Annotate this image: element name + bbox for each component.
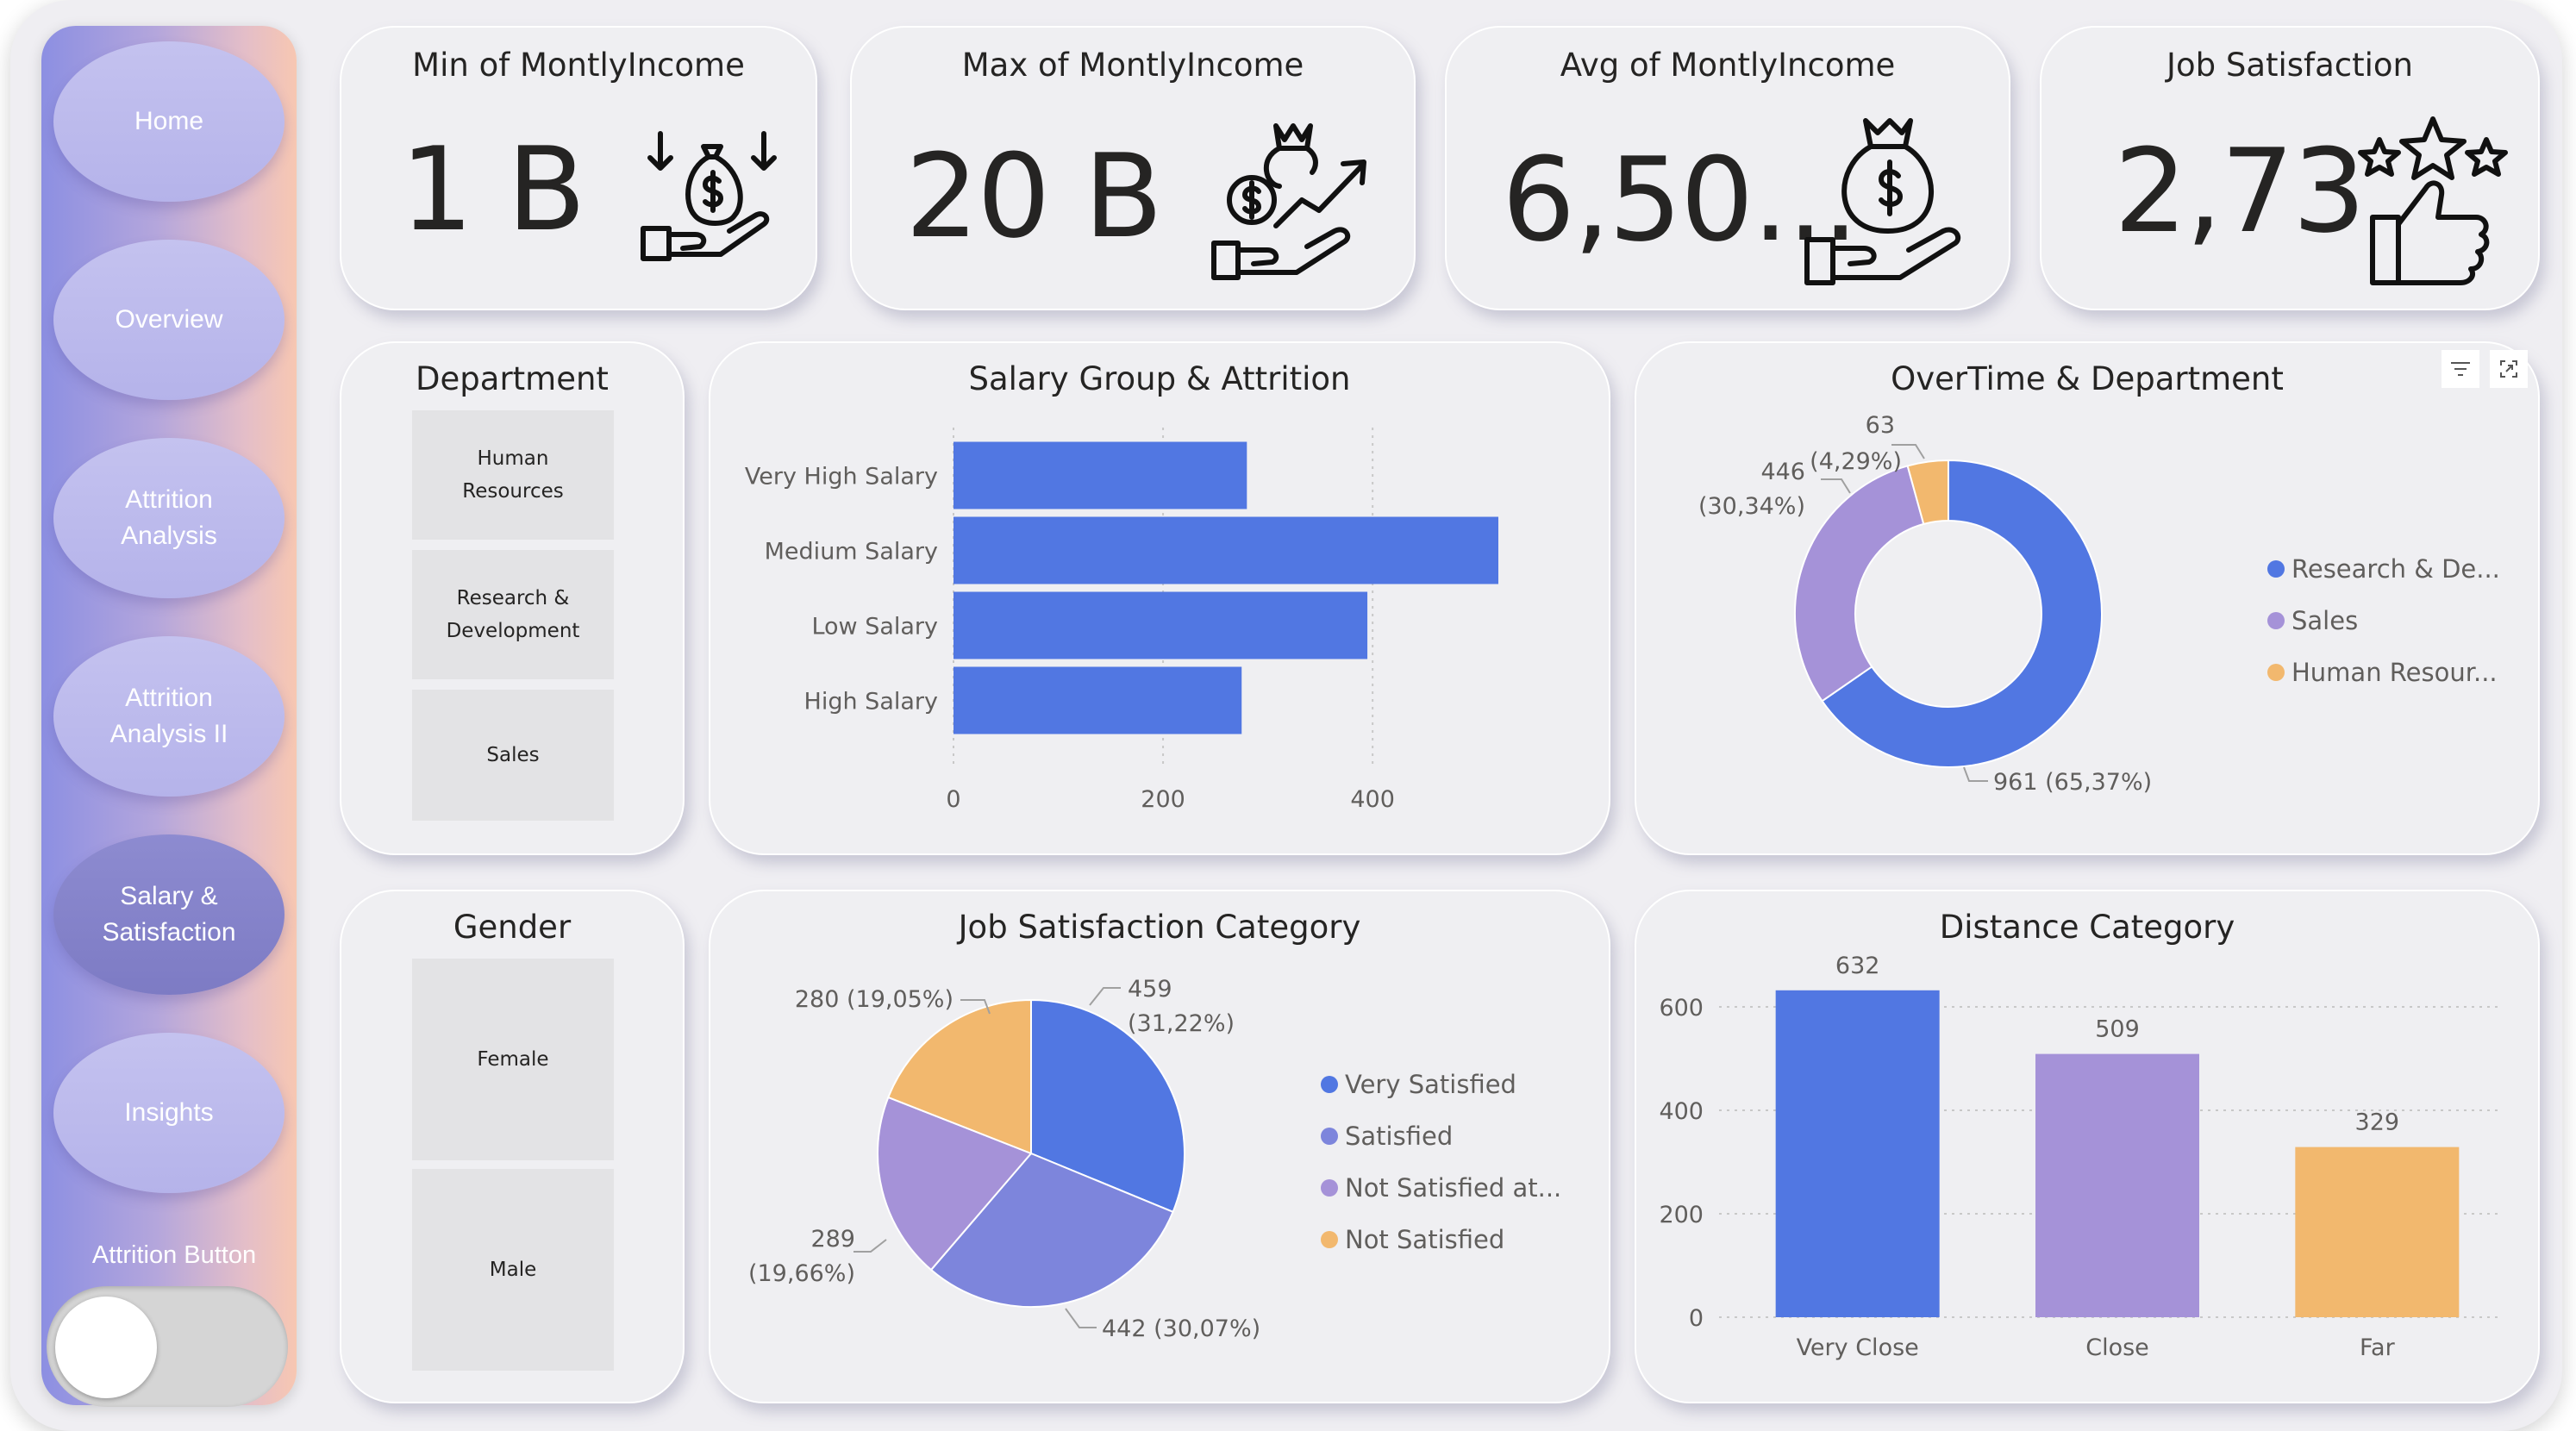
kpi-card-max-income: Max of MontlyIncome 20 B <box>850 26 1416 310</box>
salary-attrition-chart: Salary Group & Attrition 0 200 400 Very Hig… <box>709 341 1610 855</box>
legend-marker <box>1321 1179 1338 1197</box>
gender-slicer: Gender Female Male <box>340 890 685 1403</box>
x-tick-label: Far <box>2360 1334 2396 1361</box>
leader-line <box>1065 1308 1097 1328</box>
bar <box>953 516 1498 584</box>
kpi-value: 2,73 <box>2114 124 2366 259</box>
x-tick-label: 200 <box>1141 786 1185 813</box>
legend-marker <box>1321 1128 1338 1145</box>
data-label: 280 (19,05%) <box>795 986 953 1013</box>
y-tick-label: Very High Salary <box>745 464 938 491</box>
nav-attrition-analysis-ii-button[interactable]: Attrition Analysis II <box>53 636 284 797</box>
kpi-title: Min of MontlyIncome <box>412 47 745 84</box>
data-label: (19,66%) <box>748 1260 855 1287</box>
overtime-department-chart: OverTime & Department 961 (65,37%) 446 (30… <box>1635 341 2540 855</box>
kpi-value: 20 B <box>905 129 1163 264</box>
y-tick-label: 400 <box>1659 1098 1704 1125</box>
nav-salary-satisfaction-button[interactable]: Salary & Satisfaction <box>53 834 284 995</box>
kpi-card-job-satisfaction: Job Satisfaction 2,73 <box>2040 26 2540 310</box>
legend-marker <box>1321 1231 1338 1248</box>
data-label: 329 <box>2355 1109 2400 1136</box>
data-label: 289 <box>810 1226 855 1253</box>
kpi-card-min-income: Min of MontlyIncome 1 B <box>340 26 817 310</box>
bar <box>1775 990 1940 1317</box>
slicer-item-male[interactable]: Male <box>412 1169 614 1371</box>
leader-line <box>1821 478 1851 494</box>
leader-line <box>1089 987 1121 1006</box>
x-tick-label: 0 <box>946 786 960 813</box>
distance-category-chart: Distance Category 0 200 400 600 632 Very Clos… <box>1635 890 2540 1403</box>
y-tick-label: 0 <box>1689 1305 1704 1332</box>
slicer-item-female[interactable]: Female <box>412 959 614 1160</box>
data-label: 63 <box>1866 412 1895 439</box>
x-tick-label: Close <box>2085 1334 2149 1361</box>
nav-home-button[interactable]: Home <box>53 41 284 202</box>
legend-label: Human Resour... <box>2292 658 2498 687</box>
data-label: 632 <box>1835 953 1880 979</box>
legend-label: Sales <box>2292 606 2358 635</box>
kpi-value: 1 B <box>400 122 586 257</box>
job-satisfaction-pie-chart: 459 (31,22%) 442 (30,07%) 289 (19,66%) 280 (1… <box>748 976 1561 1342</box>
legend-marker <box>2267 560 2285 578</box>
gender-slicer-title: Gender <box>453 909 572 946</box>
money-growth-icon <box>1211 123 1366 280</box>
y-tick-label: High Salary <box>804 689 938 716</box>
x-tick-label: 400 <box>1350 786 1395 813</box>
leader-line <box>853 1239 887 1253</box>
legend-marker <box>2267 612 2285 629</box>
money-bag-hand-icon <box>1804 118 1961 285</box>
y-tick-label: 600 <box>1659 995 1704 1022</box>
toggle-knob[interactable] <box>55 1297 157 1398</box>
legend-label: Not Satisfied <box>1345 1225 1504 1254</box>
x-tick-label: Very Close <box>1797 1334 1919 1361</box>
stars-thumbs-up-icon <box>2358 116 2508 285</box>
legend-marker <box>2267 664 2285 681</box>
nav-insights-button[interactable]: Insights <box>53 1033 284 1193</box>
data-label: 509 <box>2095 1016 2140 1043</box>
overtime-donut-chart: 961 (65,37%) 446 (30,34%) 63 (4,29%) Research… <box>1698 412 2500 796</box>
leader-line <box>1963 766 1988 782</box>
data-label: (30,34%) <box>1698 493 1805 520</box>
attrition-toggle[interactable] <box>47 1286 288 1407</box>
data-label: 961 (65,37%) <box>1993 769 2152 796</box>
slicer-item-sales[interactable]: Sales <box>412 690 614 821</box>
department-slicer-title: Department <box>416 360 609 397</box>
data-label: (31,22%) <box>1128 1010 1235 1037</box>
bar <box>953 441 1247 509</box>
kpi-title: Avg of MontlyIncome <box>1560 47 1896 84</box>
bar <box>2295 1147 2460 1317</box>
slicer-item-human-resources[interactable]: Human Resources <box>412 410 614 540</box>
data-label: 459 <box>1128 976 1172 1003</box>
job-satisfaction-chart: Job Satisfaction Category 459 (31,22%) 442… <box>709 890 1610 1403</box>
y-tick-label: Medium Salary <box>765 539 938 566</box>
data-label: 442 (30,07%) <box>1102 1315 1260 1342</box>
distance-bar-chart: 0 200 400 600 632 Very Close 509 Close 329 Far <box>1659 953 2498 1361</box>
nav-overview-button[interactable]: Overview <box>53 240 284 400</box>
y-tick-label: 200 <box>1659 1202 1704 1228</box>
sidebar: Home Overview Attrition Analysis Attriti… <box>41 26 297 1407</box>
kpi-card-avg-income: Avg of MontlyIncome 6,50... <box>1445 26 2010 310</box>
y-tick-label: Low Salary <box>811 614 938 641</box>
kpi-title: Job Satisfaction <box>2166 47 2413 84</box>
kpi-title: Max of MontlyIncome <box>961 47 1304 84</box>
attrition-toggle-label: Attrition Button <box>91 1241 257 1269</box>
slicer-item-research-development[interactable]: Research & Development <box>412 550 614 679</box>
bar <box>2035 1053 2199 1317</box>
bar <box>953 591 1368 659</box>
legend-label: Research & De... <box>2292 554 2500 584</box>
pie-slice <box>1794 465 1925 703</box>
nav-attrition-analysis-button[interactable]: Attrition Analysis <box>53 438 284 598</box>
salary-bar-chart: 0 200 400 Very High Salary Medium Salary Low … <box>745 428 1498 813</box>
data-label: 446 <box>1760 459 1805 485</box>
legend-label: Very Satisfied <box>1345 1070 1516 1099</box>
legend-marker <box>1321 1076 1338 1093</box>
legend-label: Satisfied <box>1345 1122 1453 1151</box>
data-label: (4,29%) <box>1810 448 1902 475</box>
legend-label: Not Satisfied at... <box>1345 1173 1561 1203</box>
money-bag-down-icon <box>641 131 777 261</box>
bar <box>953 666 1242 734</box>
department-slicer: Department Human Resources Research & De… <box>340 341 685 855</box>
